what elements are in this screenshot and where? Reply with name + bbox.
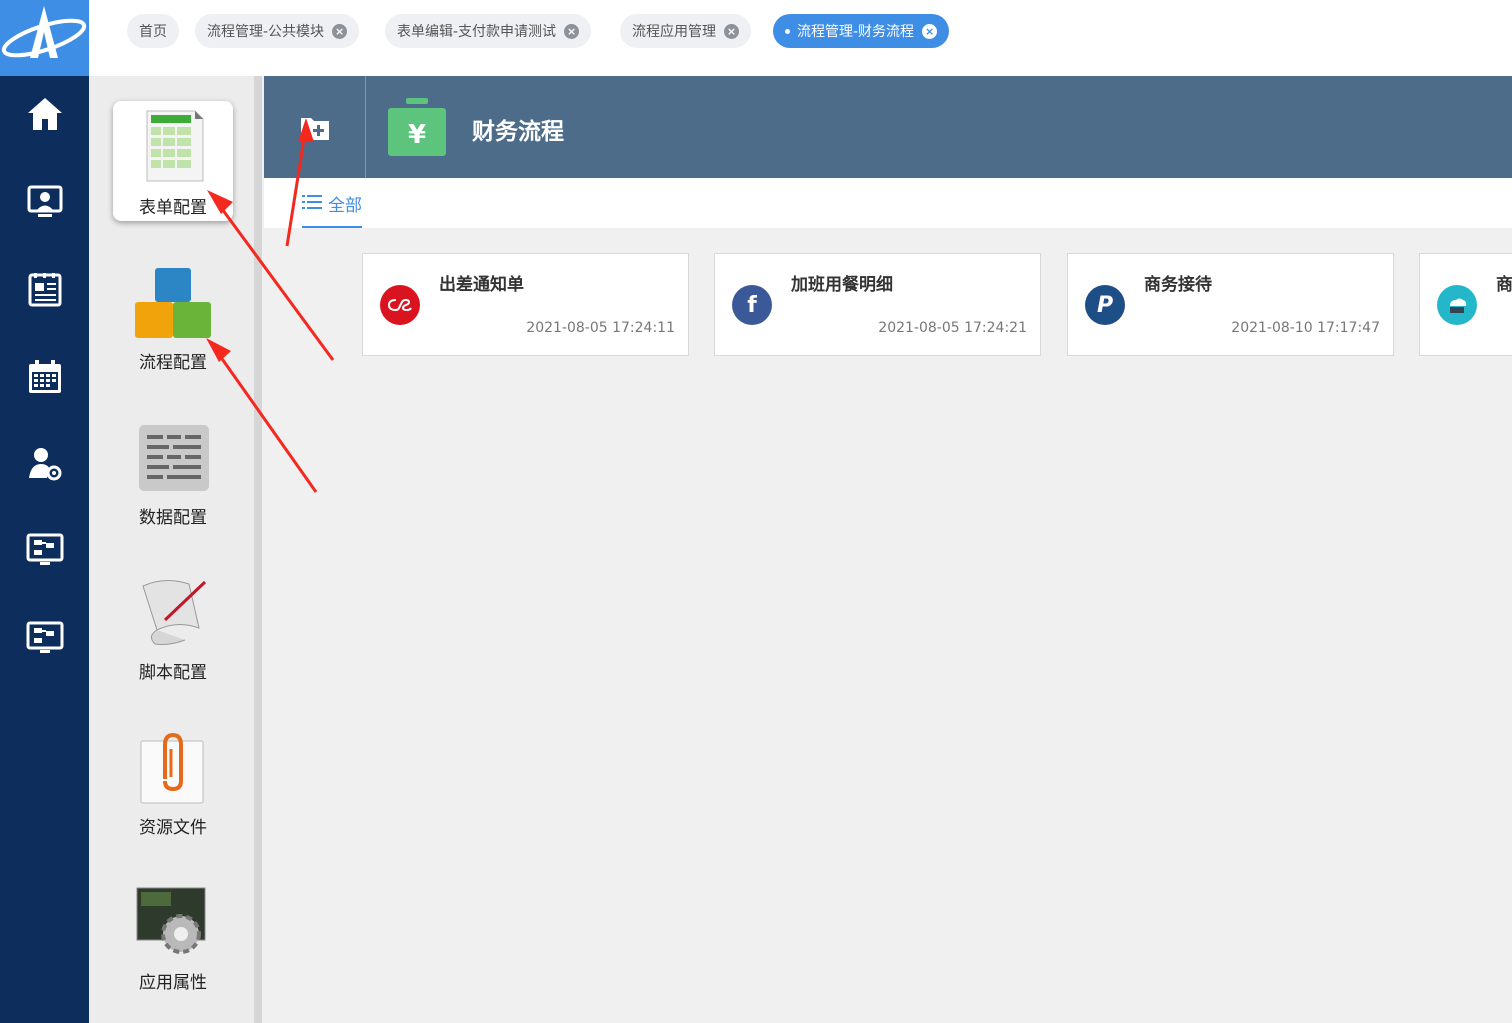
card-time: 2021-08-10 17:17:47: [1231, 320, 1380, 336]
tab-finance-process[interactable]: 流程管理-财务流程 ×: [773, 14, 950, 48]
card-title: 加班用餐明细: [791, 275, 893, 295]
close-icon[interactable]: ×: [332, 23, 348, 39]
process-card[interactable]: P 商务接待 2021-08-10 17:17:47: [1067, 253, 1394, 356]
paperclip-file-icon: [140, 732, 204, 804]
script-scroll-icon: [142, 580, 207, 645]
panel-divider: [254, 76, 262, 1023]
cloud-icon: [1437, 285, 1477, 325]
newspaper-icon[interactable]: [0, 257, 89, 321]
config-label: 表单配置: [139, 198, 207, 218]
yen-box-icon: ¥: [388, 98, 446, 156]
monitor-flow-icon[interactable]: [0, 606, 89, 670]
app-logo[interactable]: [0, 0, 89, 76]
filter-all-tab[interactable]: 全部: [302, 178, 362, 228]
config-item-data[interactable]: 数据配置: [113, 411, 233, 531]
tab-label: 首页: [139, 24, 167, 40]
process-card[interactable]: 出差通知单 2021-08-05 17:24:11: [362, 253, 689, 356]
close-icon[interactable]: ×: [724, 23, 739, 39]
category-title: 财务流程: [472, 119, 564, 145]
lastfm-icon: [380, 285, 420, 325]
data-list-icon: [139, 425, 209, 491]
config-label: 脚本配置: [139, 663, 207, 683]
svg-text:¥: ¥: [408, 120, 426, 150]
config-item-app-props[interactable]: 应用属性: [113, 876, 233, 996]
config-label: 应用属性: [139, 973, 207, 993]
monitor-flow-icon[interactable]: [0, 518, 89, 582]
close-icon[interactable]: ×: [922, 23, 938, 39]
blocks-icon: [135, 268, 211, 338]
list-icon: [302, 195, 322, 209]
folder-add-icon: [300, 118, 329, 140]
filter-all-label: 全部: [328, 196, 362, 216]
tab-label: 流程应用管理: [632, 24, 716, 40]
user-settings-icon[interactable]: [0, 432, 89, 496]
card-time: 2021-08-05 17:24:21: [878, 320, 1027, 336]
config-item-script[interactable]: 脚本配置: [113, 566, 233, 686]
tab-label: 流程管理-公共模块: [207, 24, 325, 40]
tab-label: 表单编辑-支付款申请测试: [397, 24, 557, 40]
close-icon[interactable]: ×: [564, 23, 580, 39]
nav-rail: [0, 0, 89, 1023]
process-card[interactable]: 商: [1419, 253, 1512, 356]
tab-label: 流程管理-财务流程: [797, 24, 915, 40]
tab-bar: 首页 流程管理-公共模块 × 表单编辑-支付款申请测试 × 流程应用管理 × 流…: [89, 0, 1512, 76]
paypal-icon: P: [1085, 285, 1125, 325]
tab-process-app[interactable]: 流程应用管理 ×: [620, 14, 751, 48]
card-time: 2021-08-05 17:24:11: [526, 320, 675, 336]
form-sheet-icon: [146, 110, 204, 182]
config-label: 数据配置: [139, 508, 207, 528]
home-icon[interactable]: [0, 82, 89, 146]
config-item-resources[interactable]: 资源文件: [113, 721, 233, 841]
tab-form-edit[interactable]: 表单编辑-支付款申请测试 ×: [385, 14, 592, 48]
process-card[interactable]: f 加班用餐明细 2021-08-05 17:24:21: [714, 253, 1041, 356]
card-title: 出差通知单: [439, 275, 524, 295]
gear-screen-icon: [136, 887, 206, 954]
category-header: ¥ 财务流程: [264, 76, 1512, 178]
config-item-form[interactable]: 表单配置: [113, 101, 233, 221]
add-folder-button[interactable]: [264, 76, 366, 178]
config-label: 资源文件: [139, 818, 207, 838]
facebook-icon: f: [732, 285, 772, 325]
card-title: 商务接待: [1144, 275, 1212, 295]
config-item-process[interactable]: 流程配置: [113, 256, 233, 376]
config-panel: 表单配置 流程配置 数据配置 脚本配置 资源文件 应用属性: [89, 76, 262, 1023]
calendar-icon[interactable]: [0, 345, 89, 409]
config-label: 流程配置: [139, 353, 207, 373]
tab-process-common[interactable]: 流程管理-公共模块 ×: [195, 14, 360, 48]
tab-home[interactable]: 首页: [127, 14, 179, 48]
active-dot-icon: [785, 28, 790, 34]
user-screen-icon[interactable]: [0, 170, 89, 234]
filter-bar: 全部: [264, 178, 1512, 228]
card-title: 商: [1496, 275, 1512, 295]
